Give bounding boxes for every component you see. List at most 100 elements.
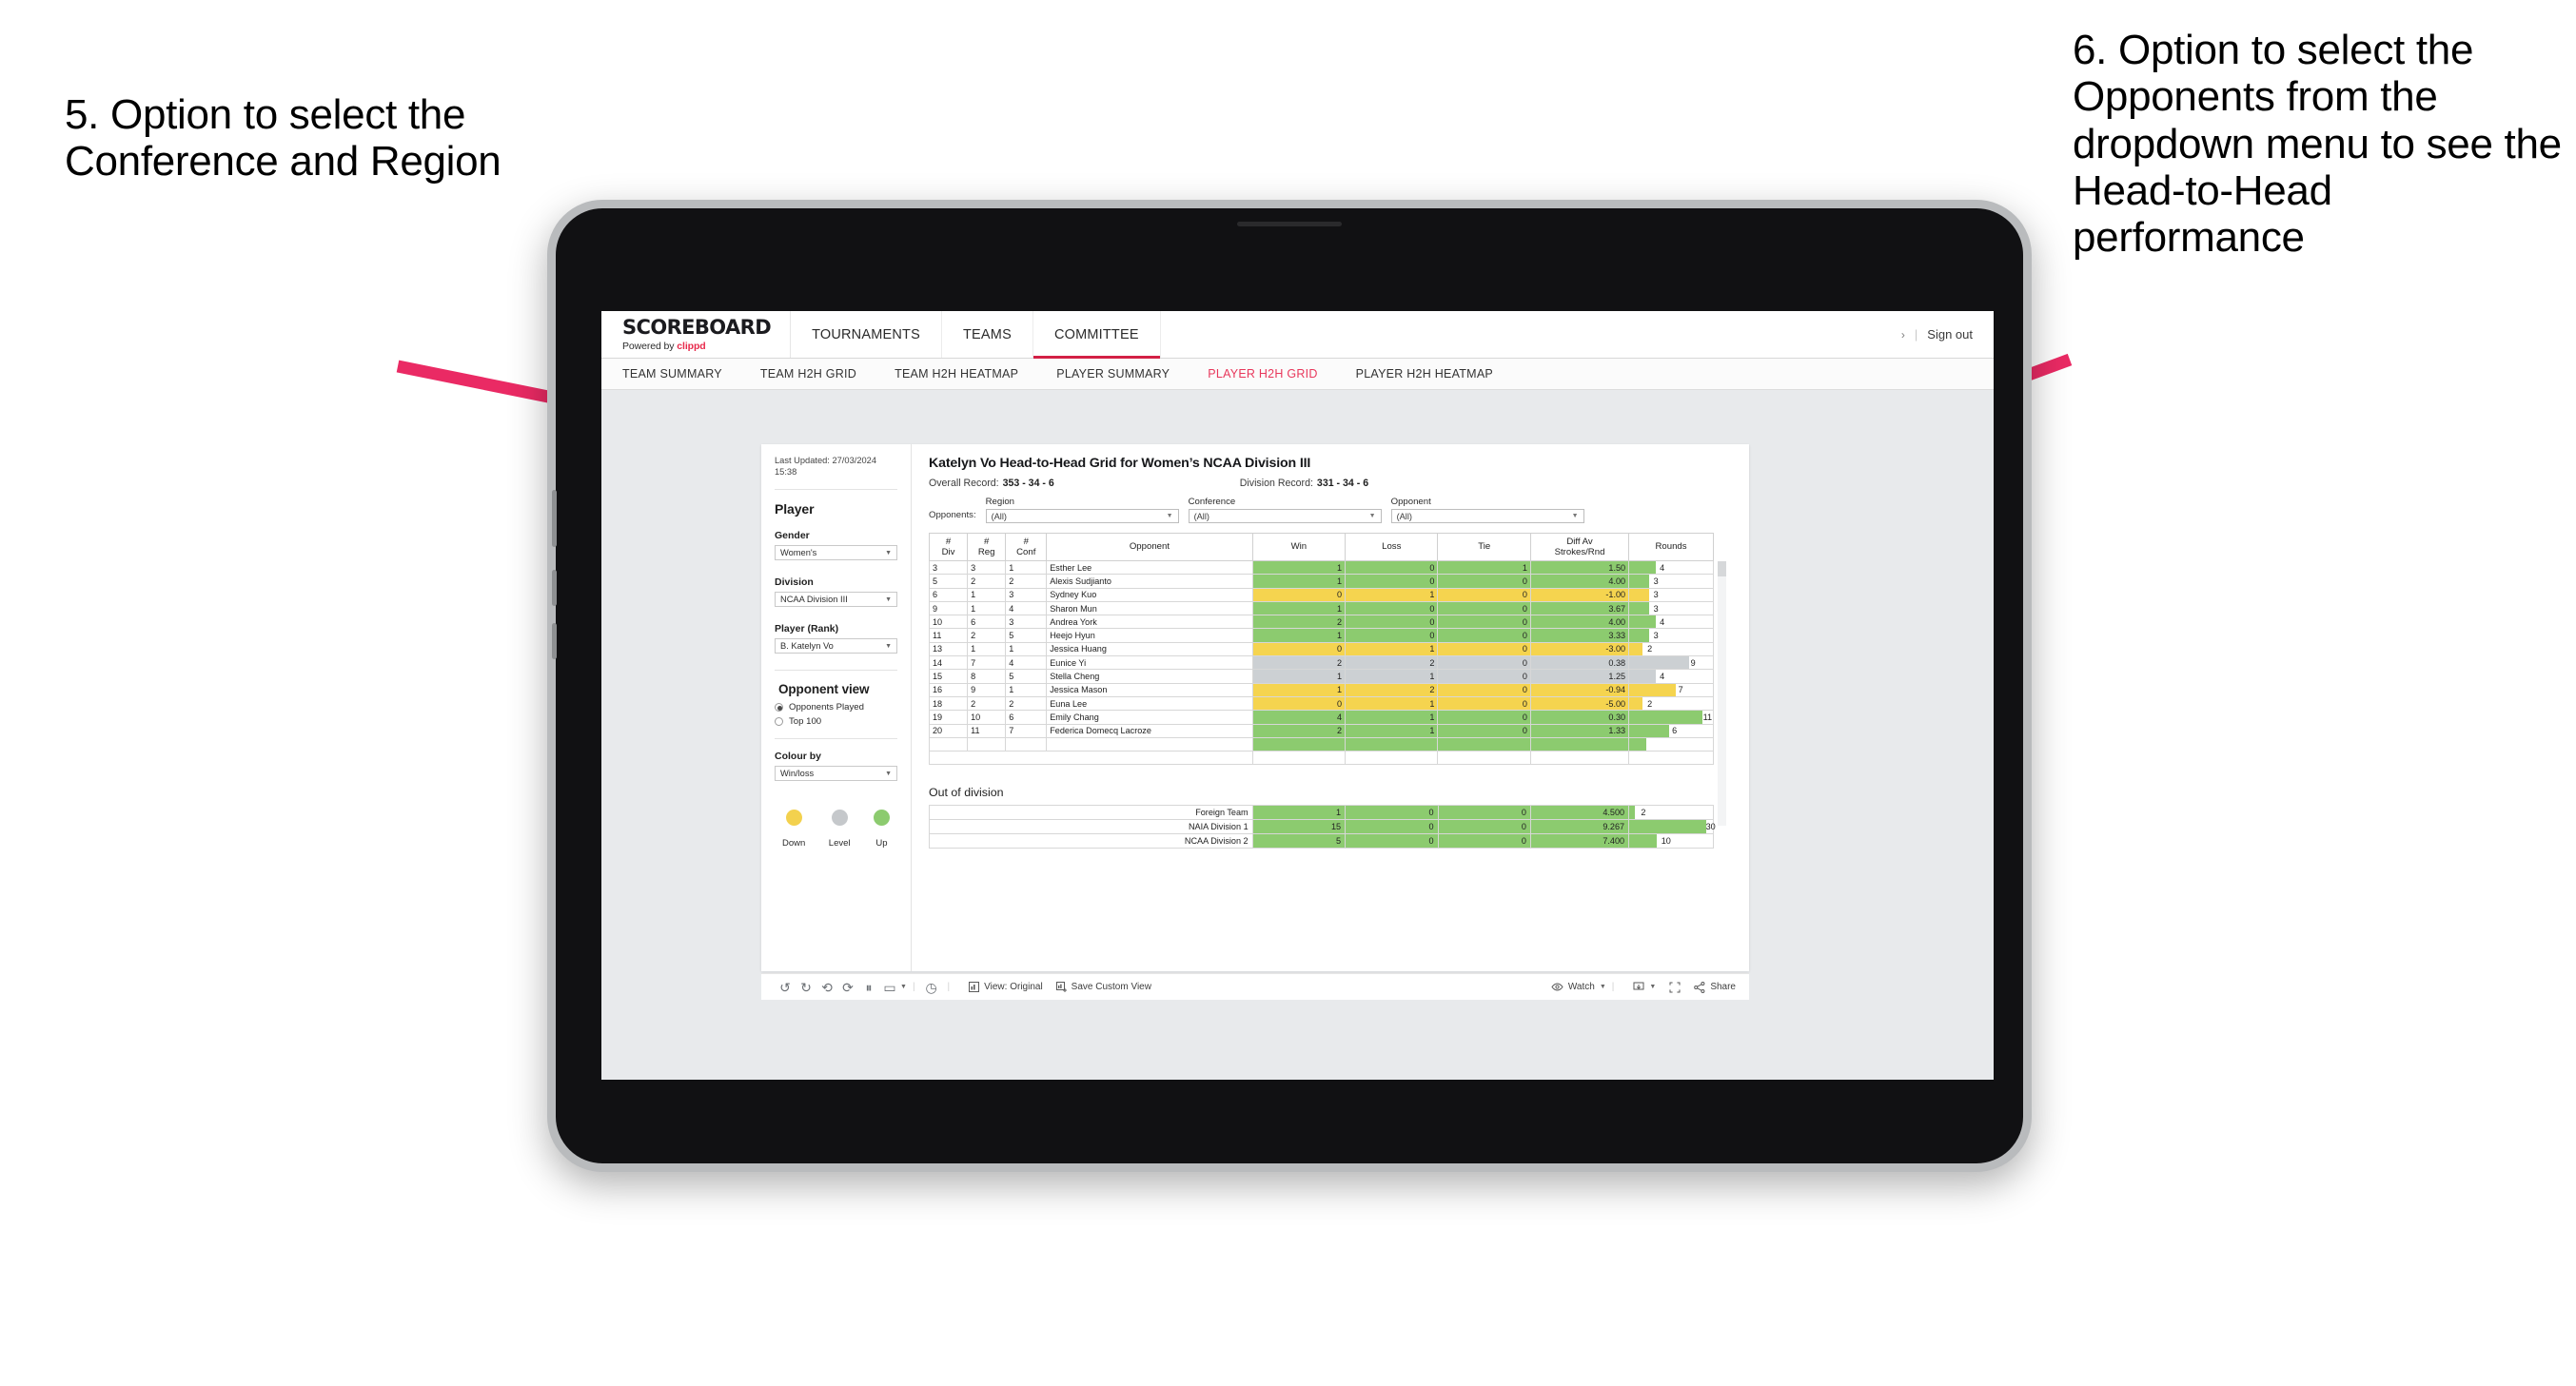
h2h-grid-table-wrapper: # Div # Reg # Conf Opponent Win Loss Tie Di… (928, 533, 1726, 826)
cell-reg: 10 (967, 710, 1007, 725)
cell-reg: 1 (967, 587, 1007, 602)
cell-tie: 0 (1437, 682, 1531, 697)
cell-loss: 0 (1345, 805, 1439, 821)
annotation-5-text: 5. Option to select the Conference and R… (65, 91, 501, 185)
opponent-view-heading: Opponent view (778, 682, 870, 697)
table-row[interactable]: 14 7 4 Eunice Yi 2 2 0 0.38 9 (928, 655, 1714, 671)
table-blank-row (929, 751, 1714, 766)
table-vertical-scrollbar[interactable] (1718, 561, 1726, 826)
table-row[interactable]: 3 3 1 Esther Lee 1 0 1 1.50 4 (928, 559, 1714, 576)
clippd-name: clippd (677, 340, 706, 352)
cell-rounds: 3 (1628, 587, 1714, 602)
view-original-button[interactable]: View: Original (969, 982, 1043, 992)
chevron-down-icon[interactable]: ▼ (900, 984, 907, 990)
subtab-player-h2h-heatmap[interactable]: PLAYER H2H HEATMAP (1356, 367, 1515, 381)
table-row[interactable]: 6 1 3 Sydney Kuo 0 1 0 -1.00 3 (928, 587, 1714, 602)
cell-loss: 0 (1345, 628, 1439, 643)
subtab-team-summary[interactable]: TEAM SUMMARY (622, 367, 744, 381)
watch-button[interactable]: Watch ▼ (1551, 982, 1606, 992)
cell-rounds: 2 (1628, 695, 1714, 712)
radio-top-100[interactable]: Top 100 (775, 716, 897, 727)
out-of-division-row[interactable]: NCAA Division 2 5 0 0 7.400 10 (929, 833, 1714, 849)
cell-tie: 0 (1437, 655, 1531, 671)
cell-rounds: 3 (1628, 600, 1714, 616)
table-row[interactable]: 18 2 2 Euna Lee 0 1 0 -5.00 2 (928, 695, 1714, 712)
out-of-division-title: Out of division (929, 786, 1004, 800)
chevron-down-icon: ▼ (1571, 513, 1579, 519)
revert-icon[interactable]: ⟲ (816, 981, 837, 994)
conference-filter-select[interactable]: (All) ▼ (1188, 509, 1382, 523)
opponent-filter-select[interactable]: (All) ▼ (1390, 509, 1584, 523)
cell-conf (1005, 736, 1048, 752)
out-of-division-row[interactable]: Foreign Team 1 0 0 4.500 2 (929, 805, 1714, 821)
brand-logo[interactable]: SCOREBOARD Powered by clippd (601, 311, 792, 358)
colour-by-select[interactable]: Win/loss ▼ (775, 766, 897, 782)
table-row[interactable]: 5 2 2 Alexis Sudjianto 1 0 0 4.00 3 (928, 574, 1714, 589)
table-row[interactable]: 15 8 5 Stella Cheng 1 1 0 1.25 4 (928, 669, 1714, 684)
table-row[interactable]: 10 6 3 Andrea York 2 0 0 4.00 4 (928, 615, 1714, 630)
cell-tie: 0 (1437, 600, 1531, 616)
cell-rounds: 10 (1628, 833, 1714, 849)
table-row[interactable]: 16 9 1 Jessica Mason 1 2 0 -0.94 7 (928, 682, 1714, 697)
radio-opponents-played[interactable]: Opponents Played (775, 702, 897, 713)
subtab-team-h2h-grid[interactable]: TEAM H2H GRID (760, 367, 878, 381)
conference-filter-group: Conference (All) ▼ (1188, 497, 1382, 523)
eye-icon (1551, 983, 1563, 991)
nav-divider: | (1914, 327, 1918, 342)
cell-tie: 0 (1437, 574, 1531, 589)
cell-tie: 0 (1437, 833, 1531, 849)
save-custom-view-button[interactable]: Save Custom View (1055, 982, 1151, 992)
player-rank-filter-select[interactable]: B. Katelyn Vo ▼ (775, 638, 897, 654)
subtab-player-h2h-grid[interactable]: PLAYER H2H GRID (1208, 367, 1339, 381)
fullscreen-button[interactable] (1669, 982, 1681, 993)
cell-loss: 2 (1345, 682, 1439, 697)
cell-win: 15 (1251, 819, 1347, 835)
cell-rounds: 11 (1628, 710, 1714, 725)
subtab-player-summary[interactable]: PLAYER SUMMARY (1056, 367, 1191, 381)
gender-filter-select[interactable]: Women's ▼ (775, 545, 897, 561)
undo-icon[interactable]: ↺ (775, 981, 796, 994)
cell-win: 0 (1251, 695, 1347, 712)
highlight-icon[interactable]: ▭ (879, 981, 900, 994)
region-filter-select[interactable]: (All) ▼ (985, 509, 1179, 523)
division-record-label: Division Record: (1239, 478, 1313, 489)
refresh-icon[interactable]: ⟳ (837, 981, 858, 994)
download-icon (1633, 982, 1644, 989)
cell-diff: 3.67 (1529, 600, 1630, 616)
opponents-label: Opponents: (929, 510, 976, 520)
cell-div: 5 (928, 574, 969, 589)
cell-reg (967, 736, 1007, 752)
cell-tie: 0 (1437, 819, 1531, 835)
download-button[interactable]: ▼ (1633, 982, 1656, 993)
table-row[interactable]: 9 1 4 Sharon Mun 1 0 0 3.67 3 (928, 600, 1714, 616)
radio-top-100-label: Top 100 (789, 716, 822, 728)
division-filter-select[interactable]: NCAA Division III ▼ (775, 592, 897, 608)
chevron-down-icon: ▼ (1368, 513, 1376, 519)
out-of-division-row[interactable]: NAIA Division 1 15 0 0 9.267 30 (929, 819, 1716, 835)
share-button[interactable]: Share (1694, 981, 1736, 993)
table-row[interactable]: 13 1 1 Jessica Huang 0 1 0 -3.00 2 (928, 641, 1714, 657)
cell-conf: 4 (1005, 655, 1048, 671)
sign-out-link[interactable]: Sign out (1927, 327, 1973, 342)
table-header: # Div # Reg # Conf Opponent Win Loss Tie Di… (928, 533, 1714, 561)
device-preview-icon[interactable]: ◷ (921, 981, 942, 994)
scrollbar-thumb[interactable] (1718, 561, 1726, 576)
nav-tab-tournaments[interactable]: TOURNAMENTS (791, 311, 942, 358)
chevron-down-icon: ▼ (1599, 984, 1606, 990)
cell-tie: 0 (1437, 805, 1531, 821)
redo-icon[interactable]: ↻ (796, 981, 816, 994)
cell-win: 1 (1251, 805, 1347, 821)
table-row[interactable]: 20 11 7 Federica Domecq Lacroze 2 1 0 1.33 6 (928, 723, 1714, 738)
cell-div: 15 (928, 669, 969, 684)
nav-tab-committee[interactable]: COMMITTEE (1032, 311, 1161, 359)
cell-tie: 0 (1437, 587, 1531, 602)
nav-tab-teams[interactable]: TEAMS (942, 311, 1033, 358)
cell-rounds: 6 (1628, 723, 1714, 738)
tablet-button-3 (552, 623, 557, 659)
table-row[interactable]: 11 2 5 Heejo Hyun 1 0 0 3.33 3 (928, 628, 1714, 643)
pause-icon[interactable]: ⏸ (858, 981, 879, 994)
chevron-down-icon: ▼ (1649, 984, 1657, 990)
chevron-right-icon[interactable]: › (1901, 328, 1905, 342)
table-row[interactable]: 19 10 6 Emily Chang 4 1 0 0.30 11 (928, 710, 1714, 725)
subtab-team-h2h-heatmap[interactable]: TEAM H2H HEATMAP (895, 367, 1040, 381)
